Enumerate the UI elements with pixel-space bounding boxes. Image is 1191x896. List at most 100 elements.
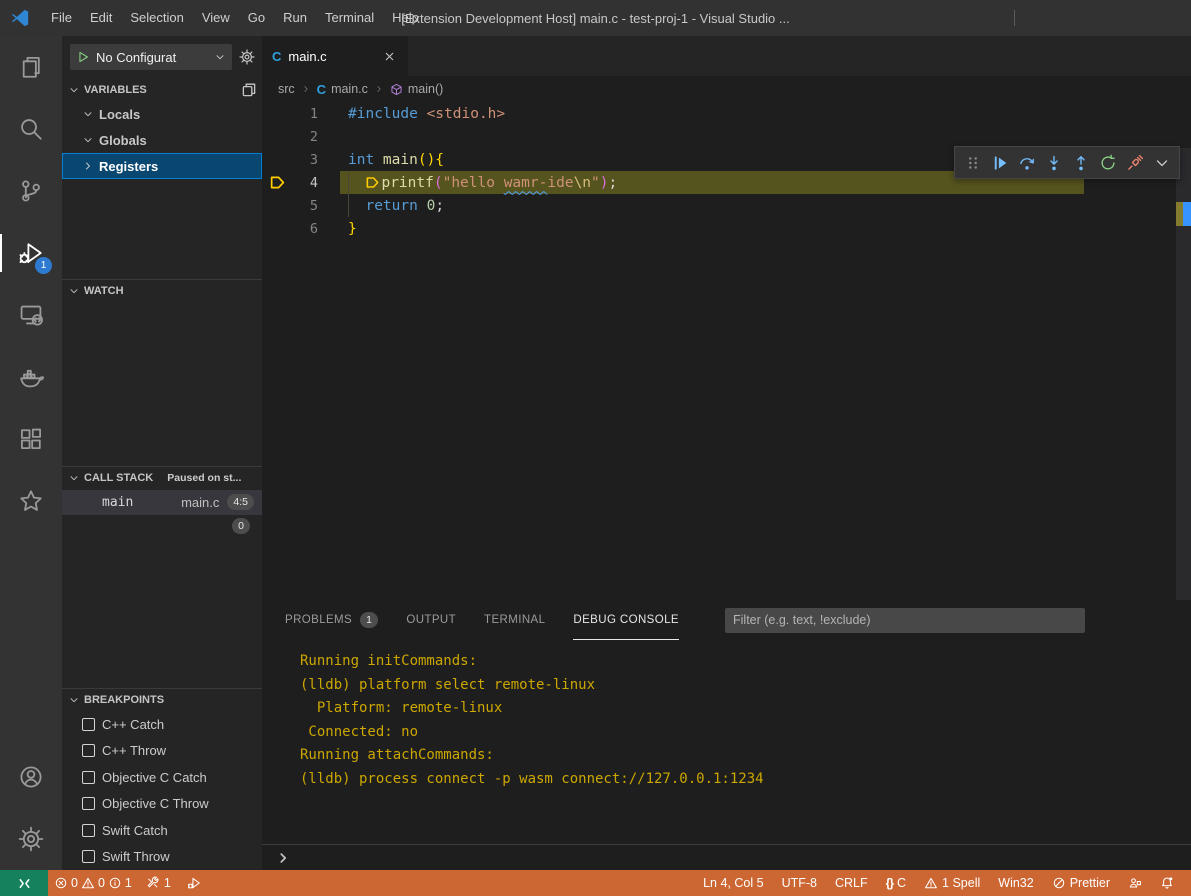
status-language-mode[interactable]: {}C: [886, 876, 906, 890]
menu-terminal[interactable]: Terminal: [316, 5, 383, 31]
activity-remote-explorer[interactable]: [0, 284, 62, 346]
checkbox[interactable]: [82, 744, 95, 757]
status-eol[interactable]: CRLF: [835, 876, 868, 890]
split-editor-button[interactable]: [1131, 44, 1155, 68]
panel-tab-terminal[interactable]: TERMINAL: [484, 600, 545, 640]
remote-indicator[interactable]: [0, 870, 48, 896]
layout-panel-button[interactable]: [942, 0, 976, 36]
close-button[interactable]: [1145, 0, 1191, 36]
menu-help[interactable]: Help: [383, 5, 428, 31]
activity-source-control[interactable]: [0, 160, 62, 222]
menu-edit[interactable]: Edit: [81, 5, 121, 31]
code-line-2[interactable]: 2: [262, 125, 1191, 148]
breakpoint-objective-c-throw[interactable]: Objective C Throw: [62, 791, 262, 818]
checkbox[interactable]: [82, 771, 95, 784]
breakpoint-c-throw[interactable]: C++ Throw: [62, 738, 262, 765]
debug-config-gear-icon[interactable]: [236, 46, 258, 68]
debug-step-into-button[interactable]: [1040, 149, 1067, 176]
overview-ruler[interactable]: [1176, 148, 1191, 600]
status-prettier[interactable]: Prettier: [1052, 876, 1110, 890]
layout-sidebar-right-button[interactable]: [976, 0, 1010, 36]
code-text: }: [318, 221, 357, 237]
chevron-up-button[interactable]: [1123, 608, 1149, 632]
variables-item-registers[interactable]: Registers: [62, 153, 262, 179]
close-button[interactable]: [1155, 608, 1181, 632]
debug-step-out-button[interactable]: [1067, 149, 1094, 176]
checkbox[interactable]: [82, 824, 95, 837]
breadcrumb-main-[interactable]: main(): [390, 82, 443, 96]
debug-continue-button[interactable]: [986, 149, 1013, 176]
activity-explorer[interactable]: [0, 36, 62, 98]
console-filter-input[interactable]: [725, 608, 1085, 633]
debug-console-input[interactable]: [262, 844, 1191, 870]
panel-tab-output[interactable]: OUTPUT: [406, 600, 456, 640]
variables-section-header[interactable]: VARIABLES: [62, 78, 262, 101]
activity-run-and-debug[interactable]: 1: [0, 222, 62, 284]
checkbox[interactable]: [82, 850, 95, 863]
layout-sidebar-left-button[interactable]: [908, 0, 942, 36]
call-stack-section-header[interactable]: CALL STACK Paused on st...: [62, 466, 262, 489]
minimize-button[interactable]: [1053, 0, 1099, 36]
menu-run[interactable]: Run: [274, 5, 316, 31]
debug-config-dropdown[interactable]: No Configurat: [70, 44, 232, 70]
code-editor[interactable]: 1#include <stdio.h>23int main(){4 printf…: [262, 102, 1191, 600]
status-spell-checker[interactable]: 1 Spell: [924, 876, 980, 890]
debug-status[interactable]: [187, 876, 201, 890]
status-notifications[interactable]: [1160, 876, 1174, 890]
breakpoint-swift-catch[interactable]: Swift Catch: [62, 817, 262, 844]
activity-search[interactable]: [0, 98, 62, 160]
menu-file[interactable]: File: [42, 5, 81, 31]
code-line-5[interactable]: 5 return 0;: [262, 194, 1191, 217]
tools-status[interactable]: 1: [146, 876, 171, 890]
console-line: Connected: no: [300, 721, 1191, 745]
status-cursor-position[interactable]: Ln 4, Col 5: [703, 876, 763, 890]
debug-disconnect-button[interactable]: [1121, 149, 1148, 176]
call-stack-frame-row[interactable]: main main.c 4:5: [62, 490, 262, 515]
debug-restart-button[interactable]: [1094, 149, 1121, 176]
panel-tab-problems[interactable]: PROBLEMS1: [285, 600, 378, 640]
breakpoints-section-header[interactable]: BREAKPOINTS: [62, 688, 262, 711]
panel-tab-debug-console[interactable]: DEBUG CONSOLE: [573, 600, 679, 640]
chevron-down-icon: [1153, 154, 1171, 172]
variables-item-globals[interactable]: Globals: [62, 127, 262, 153]
menu-view[interactable]: View: [193, 5, 239, 31]
watch-section-header[interactable]: WATCH: [62, 279, 262, 302]
activity-settings[interactable]: [0, 808, 62, 870]
checkbox[interactable]: [82, 797, 95, 810]
breadcrumb[interactable]: src Cmain.c main(): [262, 76, 1191, 102]
settings-gear-button[interactable]: [1105, 44, 1129, 68]
status-target-platform[interactable]: Win32: [998, 876, 1033, 890]
debug-step-over-button[interactable]: [1013, 149, 1040, 176]
ellipsis-button[interactable]: [1157, 44, 1181, 68]
problems-status[interactable]: 0 0 1: [54, 876, 132, 890]
tab-main-c[interactable]: C main.c: [262, 36, 408, 76]
menu-go[interactable]: Go: [239, 5, 274, 31]
debug-console-output[interactable]: Running initCommands:(lldb) platform sel…: [262, 640, 1191, 844]
grip-button[interactable]: [959, 149, 986, 176]
chevron-down-button[interactable]: [1091, 44, 1103, 68]
maximize-button[interactable]: [1099, 0, 1145, 36]
activity-wamr-ide[interactable]: [0, 470, 62, 532]
breadcrumb-main-c[interactable]: Cmain.c: [317, 82, 368, 97]
clear-console-button[interactable]: [1091, 608, 1117, 632]
chevron-down-button[interactable]: [1148, 149, 1175, 176]
menu-selection[interactable]: Selection: [121, 5, 192, 31]
tab-close-icon[interactable]: [380, 47, 398, 65]
status-encoding[interactable]: UTF-8: [782, 876, 817, 890]
breakpoint-c-catch[interactable]: C++ Catch: [62, 711, 262, 738]
gutter[interactable]: [262, 174, 292, 191]
checkbox[interactable]: [82, 718, 95, 731]
layout-customize-button[interactable]: [1019, 0, 1053, 36]
breakpoint-objective-c-catch[interactable]: Objective C Catch: [62, 764, 262, 791]
code-line-1[interactable]: 1#include <stdio.h>: [262, 102, 1191, 125]
breakpoint-label: Objective C Catch: [102, 770, 207, 785]
variables-item-locals[interactable]: Locals: [62, 101, 262, 127]
activity-accounts[interactable]: [0, 746, 62, 808]
copy-icon[interactable]: [240, 81, 258, 99]
breadcrumb-src[interactable]: src: [278, 82, 295, 96]
activity-extensions[interactable]: [0, 408, 62, 470]
activity-docker[interactable]: [0, 346, 62, 408]
code-line-6[interactable]: 6}: [262, 217, 1191, 240]
status-feedback[interactable]: [1128, 876, 1142, 890]
breakpoint-swift-throw[interactable]: Swift Throw: [62, 844, 262, 870]
